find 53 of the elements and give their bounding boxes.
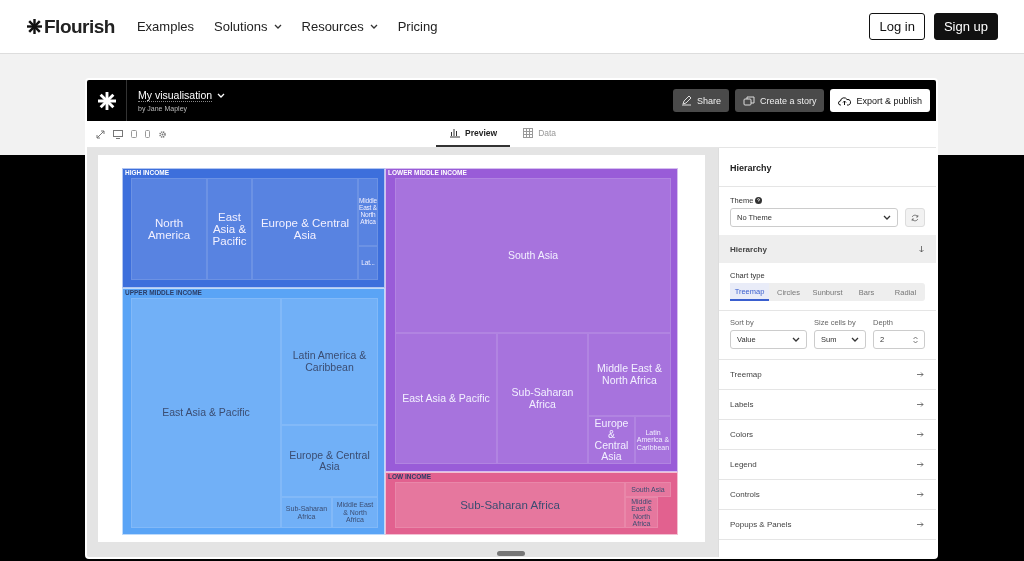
treemap-cell: East Asia & Pacific <box>207 178 252 280</box>
help-icon <box>755 197 763 204</box>
asterisk-logo-icon <box>96 90 117 111</box>
header-action-button[interactable]: Export & publish <box>830 89 930 112</box>
treemap-cell: Europe & Central Asia <box>281 425 378 497</box>
arrow-right-icon <box>917 492 924 497</box>
arrow-right-icon <box>917 462 924 467</box>
treemap-cell: Europe & Central Asia <box>252 178 358 280</box>
chevron-down-icon <box>883 215 892 220</box>
arrow-right-icon <box>917 432 924 437</box>
treemap-cell: Latin America & Caribbean <box>281 298 378 425</box>
arrow-right-icon <box>917 522 924 527</box>
logo-text[interactable]: Flourish <box>44 15 115 38</box>
treemap-cell: Europe & Central Asia <box>588 416 635 464</box>
treemap-cell: Sub-Saharan Africa <box>395 482 625 528</box>
cloud-upload-icon <box>838 95 852 106</box>
tablet-icon <box>131 130 137 138</box>
arrow-down-icon <box>919 245 924 253</box>
treemap-cell: Sub-Saharan Africa <box>497 333 588 464</box>
chevron-down-icon <box>792 337 800 342</box>
arrow-right-icon <box>917 402 924 407</box>
chevron-down-icon <box>217 93 226 98</box>
nav-link[interactable]: Solutions <box>214 19 282 34</box>
treemap-cell: South Asia <box>395 178 671 333</box>
asterisk-logo-icon <box>26 18 43 35</box>
treemap-cell: East Asia & Pacific <box>395 333 497 464</box>
header-action-button[interactable]: Create a story <box>734 89 825 112</box>
nav-link[interactable]: Pricing <box>397 19 438 34</box>
expand-icon <box>96 129 105 139</box>
settings-icon <box>158 129 167 139</box>
treemap-cell: North America <box>131 178 207 280</box>
arrow-right-icon <box>917 372 924 377</box>
visualisation-title[interactable]: My visualisation <box>138 89 213 102</box>
table-grid-icon <box>523 128 534 138</box>
refresh-button[interactable] <box>905 208 925 227</box>
scroll-handle[interactable] <box>497 551 525 556</box>
sign-up-button[interactable]: Sign up <box>933 13 998 40</box>
phone-icon <box>145 130 150 138</box>
chevron-down-icon <box>851 337 859 342</box>
header-action-button[interactable]: Share <box>672 89 729 112</box>
panel-title: Hierarchy <box>719 148 936 187</box>
log-in-button[interactable]: Log in <box>869 13 925 40</box>
pencil-icon <box>680 95 692 106</box>
section-header[interactable]: Hierarchy <box>719 235 936 263</box>
treemap-cell: East Asia & Pacific <box>131 298 281 528</box>
desktop-icon <box>113 129 123 139</box>
refresh-icon <box>911 213 920 222</box>
bar-chart-icon <box>449 128 460 138</box>
stepper-icon <box>913 335 918 344</box>
treemap-cell: Middle East & North Africa <box>588 333 671 416</box>
nav-link[interactable]: Examples <box>136 19 195 34</box>
stacked-cards-icon <box>742 95 755 106</box>
nav-link[interactable]: Resources <box>301 19 378 34</box>
